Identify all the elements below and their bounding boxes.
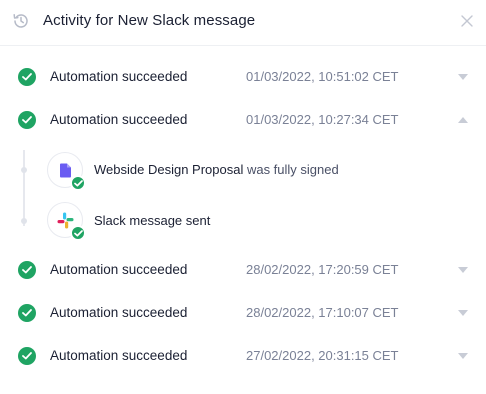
document-icon xyxy=(60,163,71,178)
activity-timestamp: 27/02/2022, 20:31:15 CET xyxy=(246,348,399,363)
panel-title: Activity for New Slack message xyxy=(43,12,256,29)
close-icon[interactable] xyxy=(460,14,474,28)
step-icon-container xyxy=(47,152,86,191)
activity-status: Automation succeeded xyxy=(50,112,188,127)
activity-panel: Activity for New Slack message Automatio… xyxy=(0,0,486,394)
success-check-icon xyxy=(70,225,86,241)
success-check-icon xyxy=(70,175,86,191)
success-check-icon xyxy=(18,304,36,322)
step-description: Webside Design Proposal was fully signed xyxy=(94,162,339,177)
activity-row[interactable]: Automation succeeded 28/02/2022, 17:10:0… xyxy=(0,300,486,328)
chevron-down-icon[interactable] xyxy=(458,74,468,80)
step-name: Slack message sent xyxy=(94,213,211,228)
step-status: was fully signed xyxy=(243,162,339,177)
success-check-icon xyxy=(18,111,36,129)
activity-row[interactable]: Automation succeeded 27/02/2022, 20:31:1… xyxy=(0,343,486,371)
timeline-line xyxy=(23,150,25,226)
activity-status: Automation succeeded xyxy=(50,348,188,363)
activity-row[interactable]: Automation succeeded 01/03/2022, 10:27:3… xyxy=(0,107,486,135)
activity-status: Automation succeeded xyxy=(50,305,188,320)
panel-header: Activity for New Slack message xyxy=(0,0,486,46)
activity-timestamp: 01/03/2022, 10:51:02 CET xyxy=(246,69,399,84)
chevron-down-icon[interactable] xyxy=(458,353,468,359)
chevron-down-icon[interactable] xyxy=(458,267,468,273)
chevron-down-icon[interactable] xyxy=(458,310,468,316)
document-name: Webside Design Proposal xyxy=(94,162,244,177)
step-description: Slack message sent xyxy=(94,213,210,228)
step-icon-container xyxy=(47,202,86,241)
activity-status: Automation succeeded xyxy=(50,262,188,277)
activity-timestamp: 28/02/2022, 17:10:07 CET xyxy=(246,305,399,320)
success-check-icon xyxy=(18,261,36,279)
success-check-icon xyxy=(18,68,36,86)
timeline-dot xyxy=(21,167,27,173)
activity-row[interactable]: Automation succeeded 28/02/2022, 17:20:5… xyxy=(0,257,486,285)
activity-row[interactable]: Automation succeeded 01/03/2022, 10:51:0… xyxy=(0,64,486,92)
timeline-dot xyxy=(21,218,27,224)
chevron-up-icon[interactable] xyxy=(458,117,468,123)
activity-timestamp: 28/02/2022, 17:20:59 CET xyxy=(246,262,399,277)
success-check-icon xyxy=(18,347,36,365)
activity-status: Automation succeeded xyxy=(50,69,188,84)
history-icon xyxy=(13,14,28,28)
activity-timestamp: 01/03/2022, 10:27:34 CET xyxy=(246,112,399,127)
